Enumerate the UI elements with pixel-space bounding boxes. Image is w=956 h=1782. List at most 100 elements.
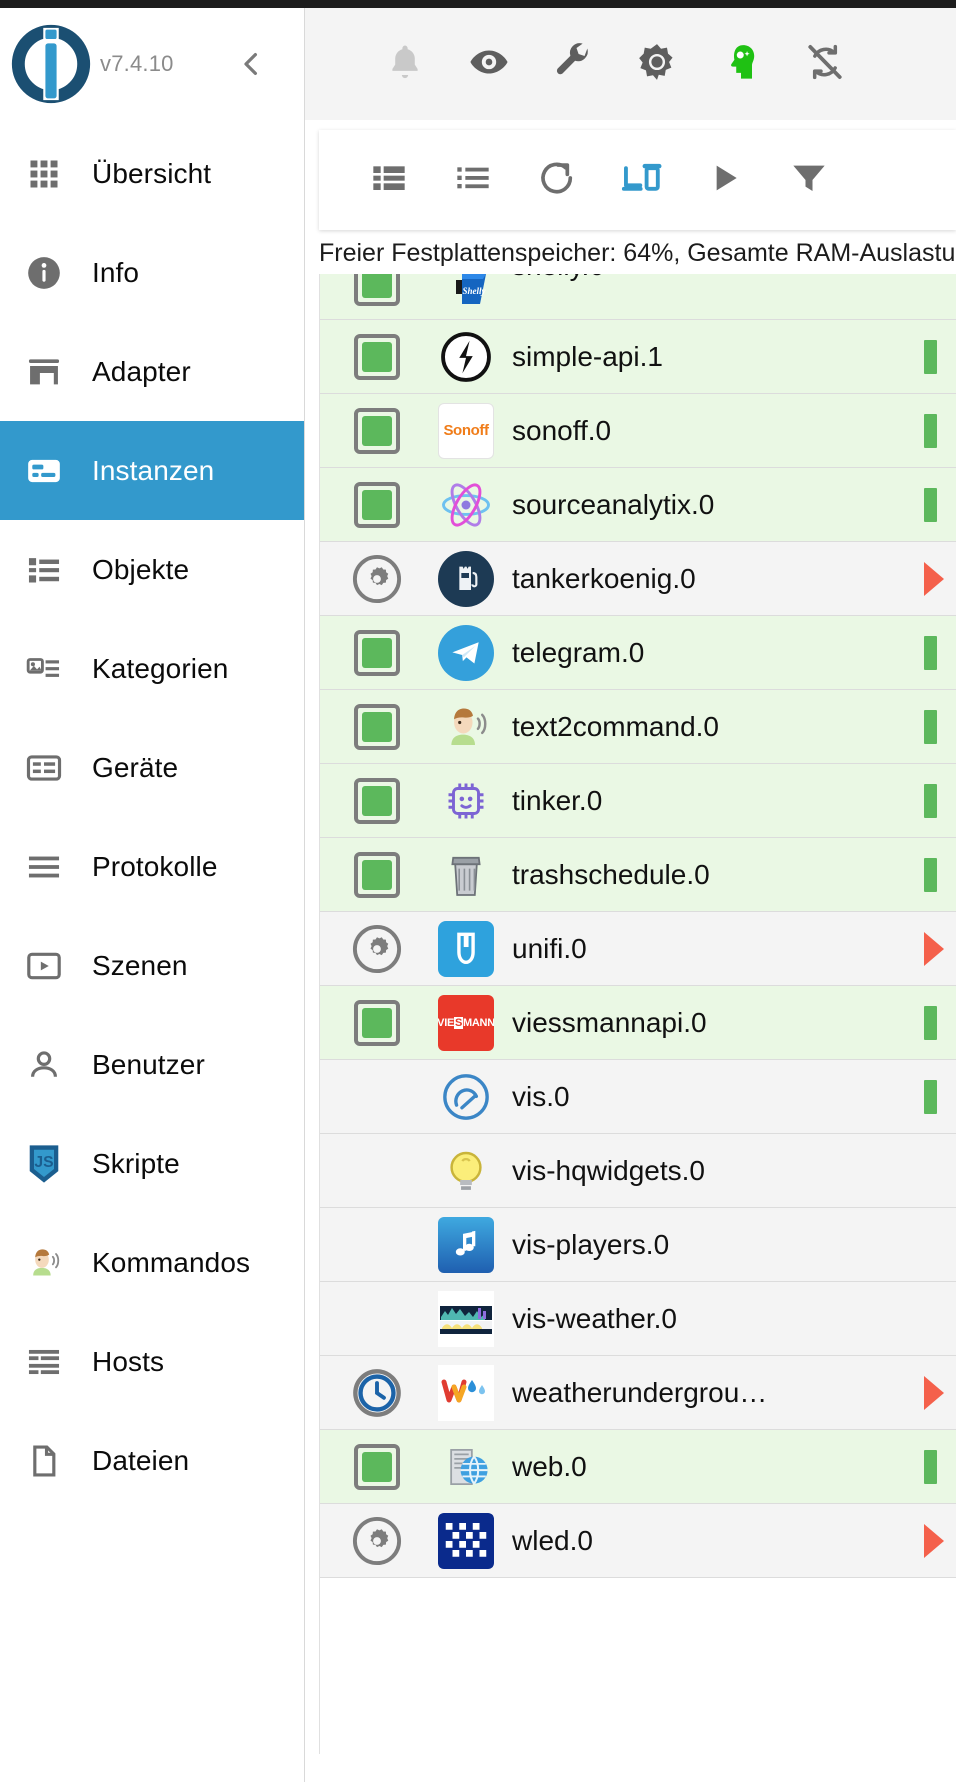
view-list-button[interactable] xyxy=(431,138,515,222)
instance-status-toggle[interactable] xyxy=(334,333,420,380)
table-row[interactable]: VIESMANN viessmannapi.0 xyxy=(320,986,956,1060)
table-row[interactable]: vis-weather.0 xyxy=(320,1282,956,1356)
cog-circle-icon xyxy=(351,1515,403,1567)
red-triangle-icon xyxy=(924,561,944,596)
adapter-icon xyxy=(420,920,512,977)
sidebar-item-adapter[interactable]: Adapter xyxy=(0,322,304,421)
instances-list[interactable]: Shelly shelly.0 xyxy=(319,274,956,1754)
adapter-icon xyxy=(420,699,512,755)
red-triangle-icon xyxy=(924,1523,944,1558)
instance-name: vis-hqwidgets.0 xyxy=(512,1154,705,1186)
cog-circle-icon xyxy=(351,553,403,605)
sidebar-item-protokolle[interactable]: Protokolle xyxy=(0,817,304,916)
table-row[interactable]: tankerkoenig.0 xyxy=(320,542,956,616)
view-tiles-button[interactable] xyxy=(347,138,431,222)
svg-text:JS: JS xyxy=(34,1153,53,1170)
wrench-icon xyxy=(552,41,594,88)
table-row[interactable]: simple-api.1 xyxy=(320,320,956,394)
instance-status-toggle[interactable] xyxy=(334,1367,420,1419)
sidebar-item-objekte[interactable]: Objekte xyxy=(0,520,304,619)
table-row[interactable]: vis-players.0 xyxy=(320,1208,956,1282)
sidebar-item-szenen[interactable]: Szenen xyxy=(0,916,304,1015)
sidebar-collapse-button[interactable] xyxy=(234,44,268,84)
sidebar-item-label: Skripte xyxy=(92,1147,180,1179)
log-in-out-button[interactable] xyxy=(699,22,783,106)
bell-icon xyxy=(384,41,426,88)
table-row[interactable]: wled.0 xyxy=(320,1504,956,1578)
table-row[interactable]: vis-hqwidgets.0 xyxy=(320,1134,956,1208)
table-row[interactable]: Shelly shelly.0 xyxy=(320,274,956,320)
easy-mode-button[interactable] xyxy=(531,22,615,106)
sidebar-item-instanzen[interactable]: Instanzen xyxy=(0,421,304,520)
instance-name: viessmannapi.0 xyxy=(512,1006,707,1038)
text2command-icon xyxy=(22,1241,66,1285)
expert-mode-button[interactable] xyxy=(447,22,531,106)
sidebar-item-kategorien[interactable]: Kategorien xyxy=(0,619,304,718)
filter-button[interactable] xyxy=(767,138,851,222)
play-all-button[interactable] xyxy=(683,138,767,222)
sync-disabled-button[interactable] xyxy=(783,22,867,106)
main-content: Freier Festplattenspeicher: 64%, Gesamte… xyxy=(305,8,956,1782)
shelly-icon: Shelly xyxy=(438,274,494,322)
app-shell: v7.4.10 Übersicht Info Adapter Instanzen… xyxy=(0,8,956,1782)
instance-status-toggle[interactable] xyxy=(334,777,420,824)
files-icon xyxy=(22,1439,66,1483)
sidebar-item-info[interactable]: Info xyxy=(0,223,304,322)
sidebar-item-benutzer[interactable]: Benutzer xyxy=(0,1015,304,1114)
adapter-icon xyxy=(420,1290,512,1347)
instance-status-toggle[interactable] xyxy=(334,553,420,605)
instance-status-toggle[interactable] xyxy=(334,407,420,454)
table-row[interactable]: vis.0 xyxy=(320,1060,956,1134)
instance-status-toggle[interactable] xyxy=(334,629,420,676)
running-square-icon xyxy=(354,999,400,1046)
table-row[interactable]: Sonoff sonoff.0 xyxy=(320,394,956,468)
instance-name: sourceanalytix.0 xyxy=(512,488,715,520)
sidebar-item-dateien[interactable]: Dateien xyxy=(0,1411,304,1510)
instance-status-toggle[interactable] xyxy=(334,274,420,306)
cog-circle-icon xyxy=(351,923,403,975)
notifications-button[interactable] xyxy=(363,22,447,106)
sidebar-item-geraete[interactable]: Geräte xyxy=(0,718,304,817)
sidebar-item-skripte[interactable]: JS Skripte xyxy=(0,1114,304,1213)
instance-state-marker xyxy=(916,1079,956,1114)
sidebar-item-hosts[interactable]: Hosts xyxy=(0,1312,304,1411)
green-bar-icon xyxy=(924,709,937,744)
refresh-button[interactable] xyxy=(515,138,599,222)
log-lines-icon xyxy=(22,845,66,889)
theme-button[interactable] xyxy=(615,22,699,106)
show-hosts-button[interactable] xyxy=(599,138,683,222)
table-row[interactable]: unifi.0 xyxy=(320,912,956,986)
sidebar-nav: Übersicht Info Adapter Instanzen Objekte… xyxy=(0,120,304,1510)
table-row[interactable]: sourceanalytix.0 xyxy=(320,468,956,542)
instance-status-toggle[interactable] xyxy=(334,1443,420,1490)
instance-status-toggle[interactable] xyxy=(334,481,420,528)
javascript-icon: JS xyxy=(22,1142,66,1186)
sidebar-item-uebersicht[interactable]: Übersicht xyxy=(0,124,304,223)
green-bar-icon xyxy=(924,339,937,374)
vis-hqwidgets-icon xyxy=(438,1143,494,1199)
table-row[interactable]: web.0 xyxy=(320,1430,956,1504)
table-row[interactable]: tinker.0 xyxy=(320,764,956,838)
table-row[interactable]: text2command.0 xyxy=(320,690,956,764)
instance-status-toggle[interactable] xyxy=(334,999,420,1046)
adapter-icon xyxy=(420,1143,512,1199)
table-row[interactable]: telegram.0 xyxy=(320,616,956,690)
green-head-icon xyxy=(719,40,763,89)
viessmann-icon: VIESMANN xyxy=(438,994,494,1051)
table-row[interactable]: weatherundergrou… xyxy=(320,1356,956,1430)
instance-status-toggle[interactable] xyxy=(334,923,420,975)
instance-name: weatherundergrou… xyxy=(512,1376,768,1408)
sync-disabled-icon xyxy=(804,41,846,88)
instance-status-toggle[interactable] xyxy=(334,851,420,898)
refresh-icon xyxy=(536,157,578,204)
green-bar-icon xyxy=(924,1005,937,1040)
instance-status-toggle[interactable] xyxy=(334,1515,420,1567)
green-bar-icon xyxy=(924,635,937,670)
adapter-icon xyxy=(420,1439,512,1495)
green-bar-icon xyxy=(924,783,937,818)
instance-status-toggle[interactable] xyxy=(334,703,420,750)
sidebar-item-kommandos[interactable]: Kommandos xyxy=(0,1213,304,1312)
table-row[interactable]: trashschedule.0 xyxy=(320,838,956,912)
instance-name: tankerkoenig.0 xyxy=(512,562,696,594)
instance-state-marker xyxy=(916,635,956,670)
